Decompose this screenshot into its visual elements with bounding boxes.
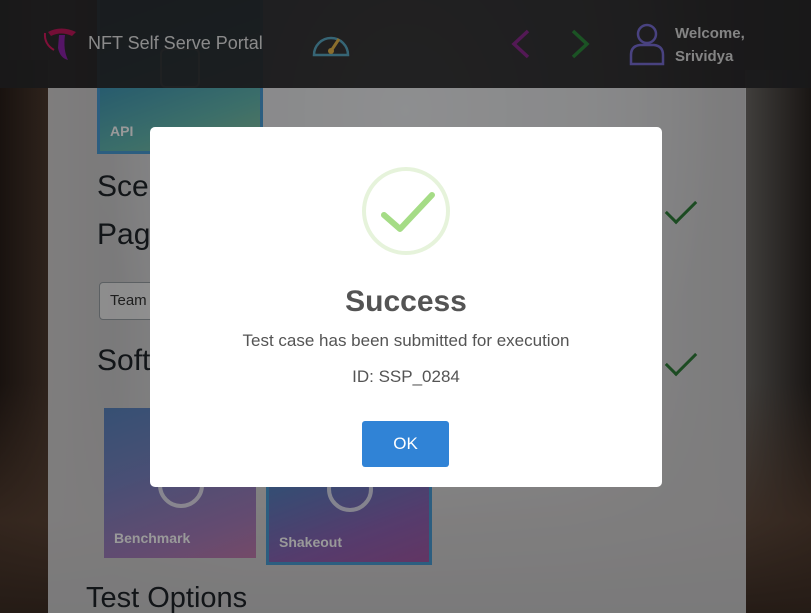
ok-button[interactable]: OK [362,421,449,467]
dialog-title: Success [345,285,467,318]
success-dialog: Success Test case has been submitted for… [150,127,662,487]
success-check-icon [362,167,450,255]
dialog-id: ID: SSP_0284 [352,367,460,386]
dialog-message: Test case has been submitted for executi… [242,331,570,350]
